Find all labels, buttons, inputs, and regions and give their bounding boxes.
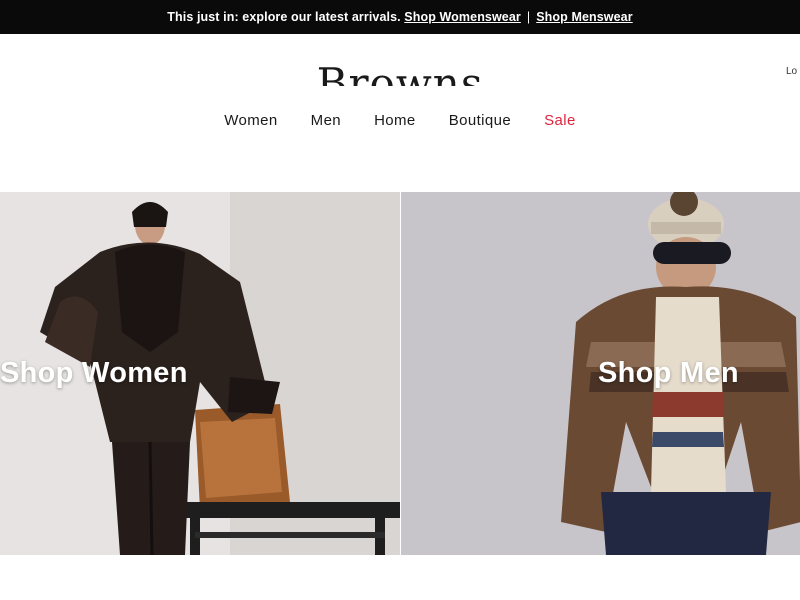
announcement-bar: This just in: explore our latest arrival…: [0, 0, 800, 34]
site-header: Browns Lo Women Men Home Boutique Sale: [0, 34, 800, 154]
shop-men-label[interactable]: Shop Men: [598, 357, 739, 390]
shop-men-panel[interactable]: Shop Men: [401, 192, 800, 555]
nav-item-boutique[interactable]: Boutique: [449, 112, 511, 129]
page-bottom-spacer: [0, 555, 800, 600]
login-link[interactable]: Lo: [786, 66, 797, 77]
main-nav: Women Men Home Boutique Sale: [0, 112, 800, 129]
nav-item-women[interactable]: Women: [224, 112, 277, 129]
announcement-separator: |: [526, 10, 531, 24]
brand-logo: Browns: [316, 59, 484, 86]
shop-women-label[interactable]: Shop Women: [0, 357, 188, 390]
shop-womenswear-link[interactable]: Shop Womenswear: [404, 10, 521, 24]
shop-menswear-link[interactable]: Shop Menswear: [536, 10, 632, 24]
nav-item-home[interactable]: Home: [374, 112, 416, 129]
logo-link[interactable]: Browns: [300, 56, 500, 86]
announcement-text: This just in: explore our latest arrival…: [167, 10, 401, 24]
shop-women-panel[interactable]: Shop Women: [0, 192, 400, 555]
nav-item-men[interactable]: Men: [311, 112, 341, 129]
nav-item-sale[interactable]: Sale: [544, 112, 576, 129]
